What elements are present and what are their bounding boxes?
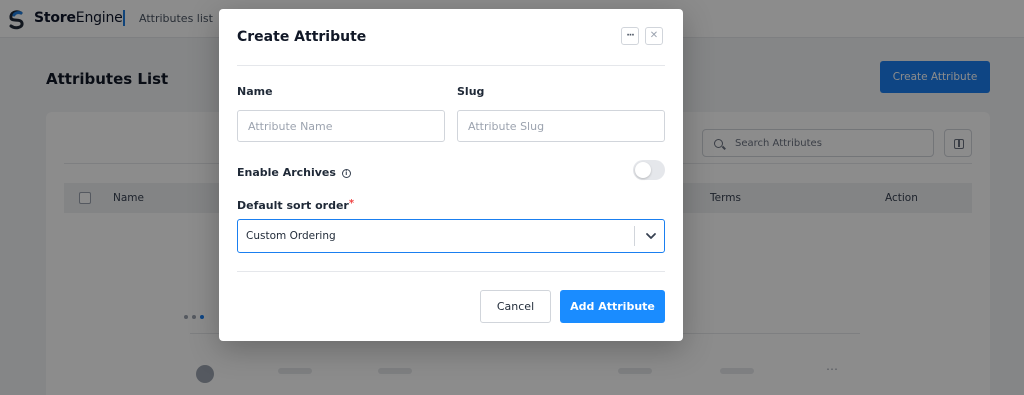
name-label: Name [237,85,273,98]
slug-label: Slug [457,85,485,98]
add-attribute-button[interactable]: Add Attribute [560,290,665,323]
default-sort-label: Default sort order* [237,198,354,212]
attribute-name-input[interactable] [237,110,445,142]
select-value: Custom Ordering [246,230,336,242]
close-icon: ✕ [649,30,659,41]
enable-archives-toggle[interactable] [633,160,665,180]
divider [237,271,665,272]
modal-title: Create Attribute [237,29,367,45]
attribute-slug-input[interactable] [457,110,665,142]
select-divider [634,226,635,246]
default-sort-select[interactable]: Custom Ordering [237,219,665,253]
chevron-down-icon[interactable] [644,229,658,243]
close-button[interactable]: ✕ [645,27,663,45]
required-marker: * [348,198,355,209]
toggle-knob [635,162,651,178]
more-options-button[interactable]: ··· [621,27,639,45]
create-attribute-modal: Create Attribute ··· ✕ Name Slug Enable … [219,9,683,341]
enable-archives-label: Enable Archives i [237,166,351,179]
info-icon[interactable]: i [341,169,351,178]
enable-archives-text: Enable Archives [237,166,336,179]
more-icon: ··· [626,30,634,41]
cancel-button[interactable]: Cancel [480,290,551,323]
divider [237,65,665,66]
default-sort-text: Default sort order [237,199,349,212]
